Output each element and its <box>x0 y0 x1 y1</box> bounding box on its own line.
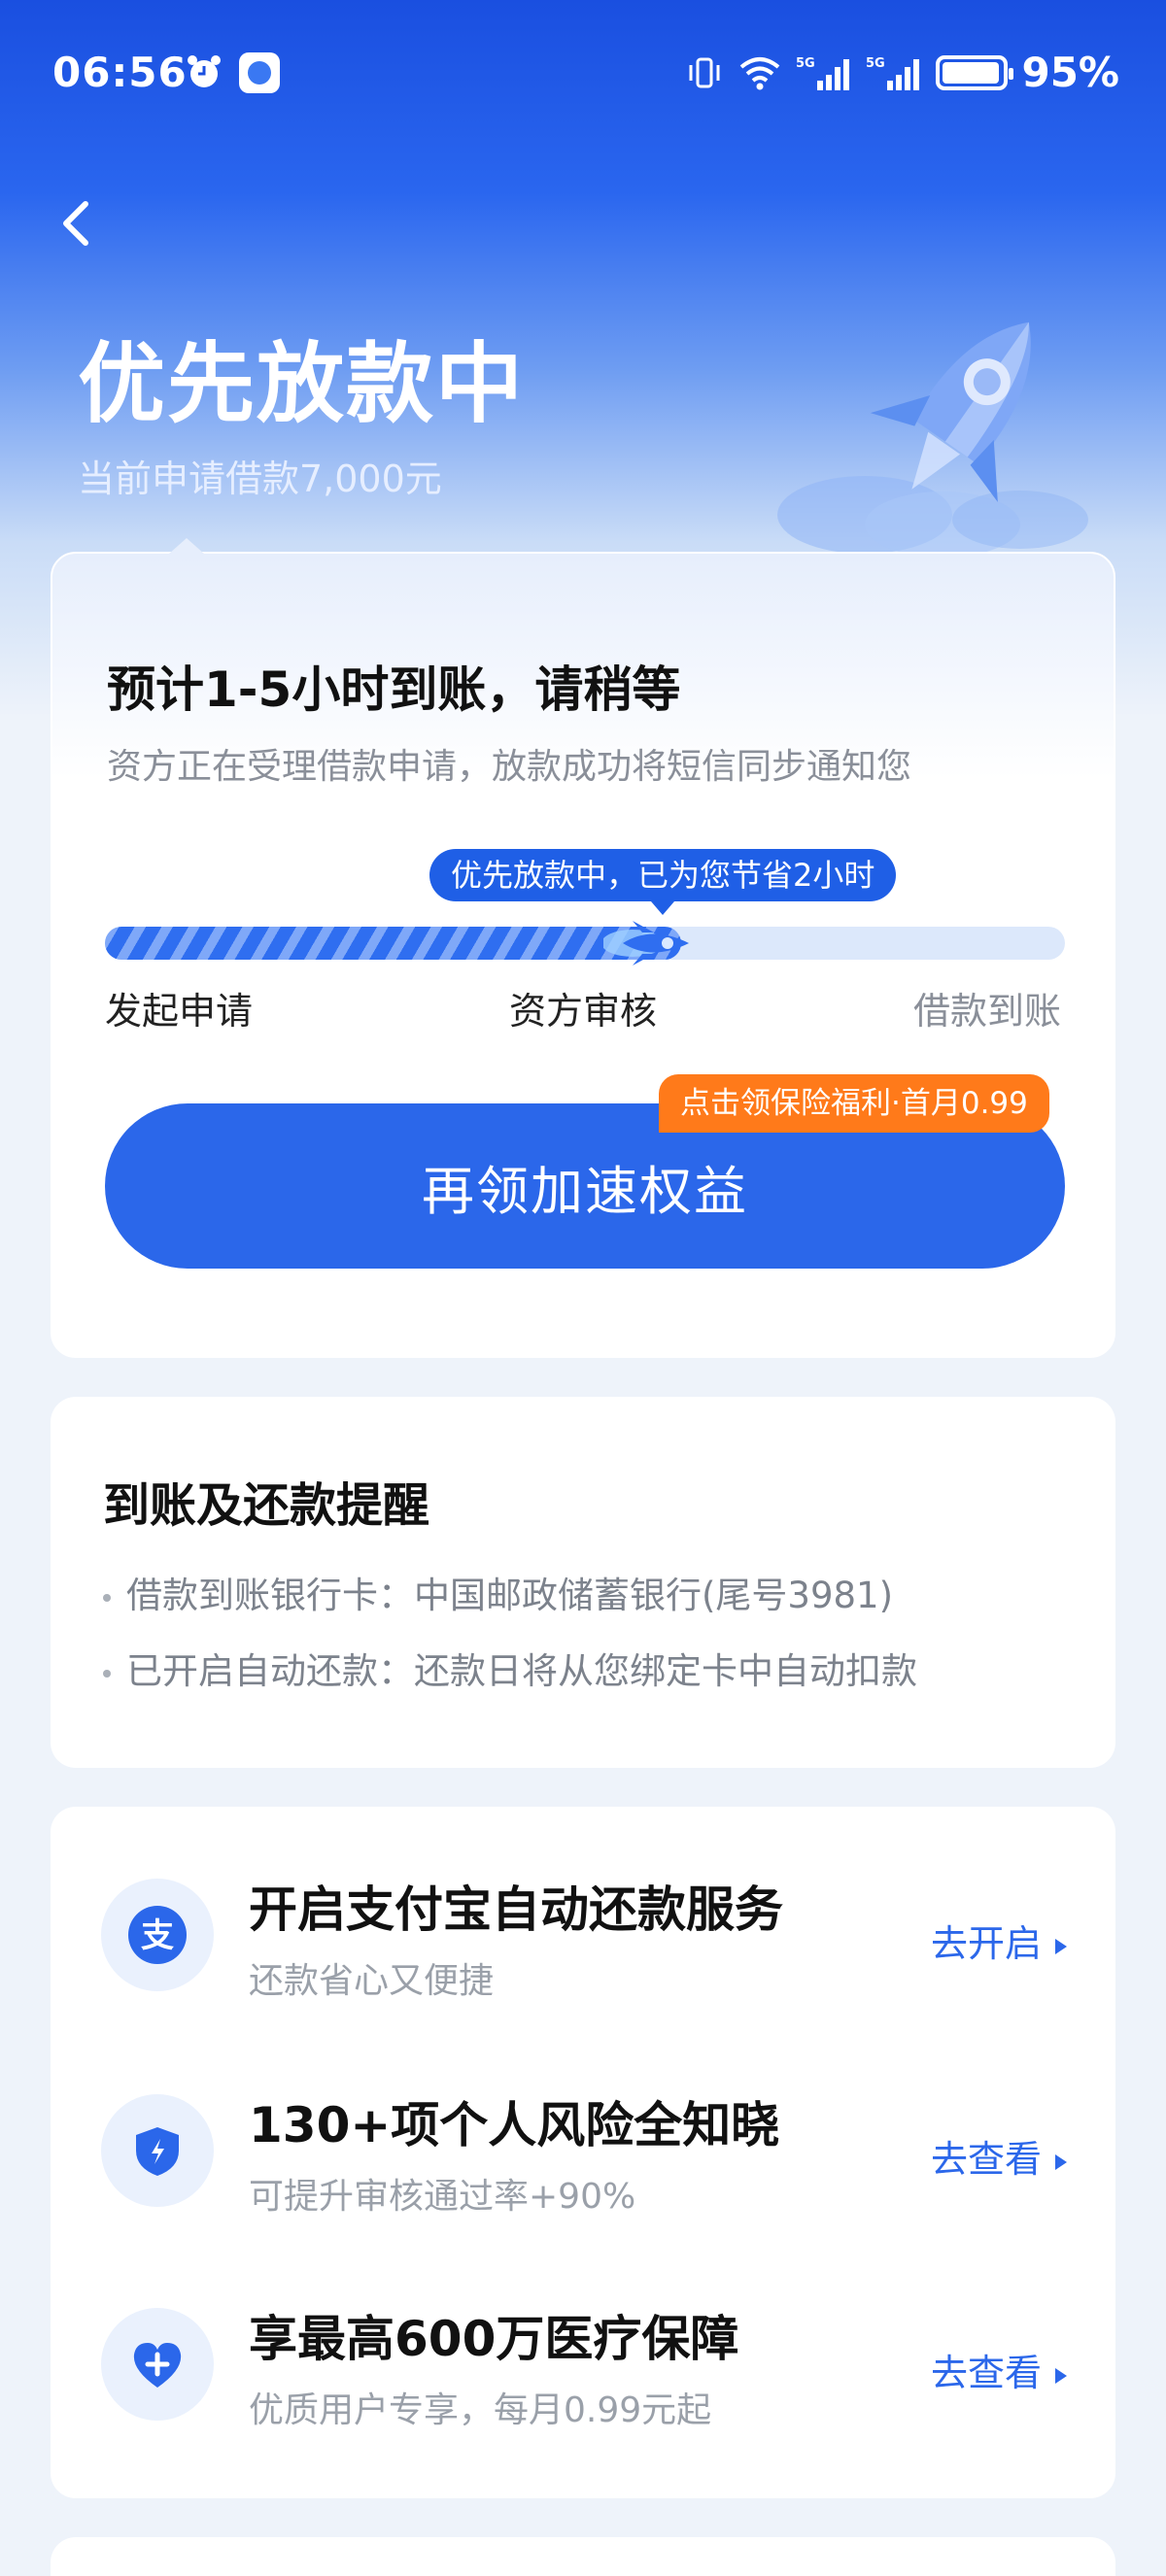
loan-amount-subtitle: 当前申请借款7,000元 <box>78 458 442 500</box>
step-arrival: 借款到账 <box>912 990 1061 1033</box>
signal-label-2: 5G <box>866 56 885 71</box>
loan-status-card: 预计1-5小时到账，请稍等 资方正在受理借款申请，放款成功将短信同步通知您 优先… <box>51 538 1115 1358</box>
service-title: 享最高600万医疗保障 <box>249 2311 739 2367</box>
alipay-icon: 支 <box>101 1879 214 1991</box>
service-subtitle: 还款省心又便捷 <box>249 1961 495 2001</box>
status-indicators: 5G 5G 95% <box>685 49 1119 96</box>
alarm-icon <box>188 55 221 87</box>
battery-icon <box>936 54 1014 90</box>
view-link[interactable]: 去查看 <box>931 2129 1067 2183</box>
service-item-alipay[interactable]: 支 开启支付宝自动还款服务 还款省心又便捷 去开启 <box>51 1846 1115 2020</box>
bullet-dot <box>103 1593 111 1602</box>
step-review: 资方审核 <box>509 990 658 1033</box>
play-arrow-icon <box>1055 1938 1067 1954</box>
play-arrow-icon <box>1055 2153 1067 2170</box>
rocket-progress-icon <box>603 921 689 966</box>
insurance-promo-badge[interactable]: 点击领保险福利·首月0.99 <box>659 1074 1049 1133</box>
service-title: 开启支付宝自动还款服务 <box>249 1881 783 1938</box>
speed-tip-bubble: 优先放款中，已为您节省2小时 <box>429 849 897 915</box>
shield-icon <box>101 2094 214 2207</box>
next-card-peek <box>51 2537 1115 2576</box>
service-subtitle: 可提升审核通过率+90% <box>249 2177 636 2217</box>
eta-description: 资方正在受理借款申请，放款成功将短信同步通知您 <box>107 747 912 787</box>
signal-icon-2: 5G <box>866 56 920 90</box>
progress-fill <box>105 927 681 960</box>
signal-label-1: 5G <box>796 56 815 71</box>
status-bar: 06:56 5G 5G 95% <box>0 39 1166 107</box>
play-arrow-icon <box>1055 2367 1067 2384</box>
service-title: 130+项个人风险全知晓 <box>249 2097 780 2153</box>
signal-icon: 5G <box>796 56 850 90</box>
view-link[interactable]: 去查看 <box>931 2343 1067 2396</box>
vibrate-icon <box>689 57 720 87</box>
service-item-risk[interactable]: 130+项个人风险全知晓 可提升审核通过率+90% 去查看 <box>51 2061 1115 2236</box>
reminder-line-text: 已开启自动还款：还款日将从您绑定卡中自动扣款 <box>126 1650 917 1692</box>
wifi-icon <box>740 56 780 89</box>
step-apply: 发起申请 <box>105 990 254 1033</box>
reminder-line-text: 借款到账银行卡：中国邮政储蓄银行(尾号3981) <box>126 1575 894 1616</box>
service-item-medical[interactable]: 享最高600万医疗保障 优质用户专享，每月0.99元起 去查看 <box>51 2275 1115 2450</box>
service-action-label: 去查看 <box>930 2138 1042 2181</box>
reminder-title: 到账及还款提醒 <box>103 1478 430 1533</box>
page-title: 优先放款中 <box>78 333 525 435</box>
progress-track <box>105 921 1065 966</box>
back-arrow-icon[interactable] <box>49 194 107 253</box>
enable-link[interactable]: 去开启 <box>931 1914 1067 1967</box>
service-subtitle: 优质用户专享，每月0.99元起 <box>249 2390 712 2430</box>
service-action-label: 去查看 <box>930 2352 1042 2394</box>
eta-title: 预计1-5小时到账，请稍等 <box>107 661 681 718</box>
rocket-illustration <box>777 322 1088 558</box>
services-card: 支 开启支付宝自动还款服务 还款省心又便捷 去开启 130+项个人风险全知晓 可… <box>51 1807 1115 2498</box>
reminder-auto-repay: 已开启自动还款：还款日将从您绑定卡中自动扣款 <box>103 1642 917 1694</box>
svg-text:支: 支 <box>141 1916 174 1955</box>
status-time: 06:56 <box>52 49 188 96</box>
repayment-reminder-card: 到账及还款提醒 借款到账银行卡：中国邮政储蓄银行(尾号3981) 已开启自动还款… <box>51 1397 1115 1768</box>
battery-percent: 95% <box>1021 49 1119 96</box>
heart-icon <box>101 2308 214 2421</box>
service-action-label: 去开启 <box>930 1922 1042 1965</box>
app-notification-icon <box>239 52 280 93</box>
reminder-bank-card: 借款到账银行卡：中国邮政储蓄银行(尾号3981) <box>103 1566 893 1618</box>
bullet-dot <box>103 1669 111 1678</box>
